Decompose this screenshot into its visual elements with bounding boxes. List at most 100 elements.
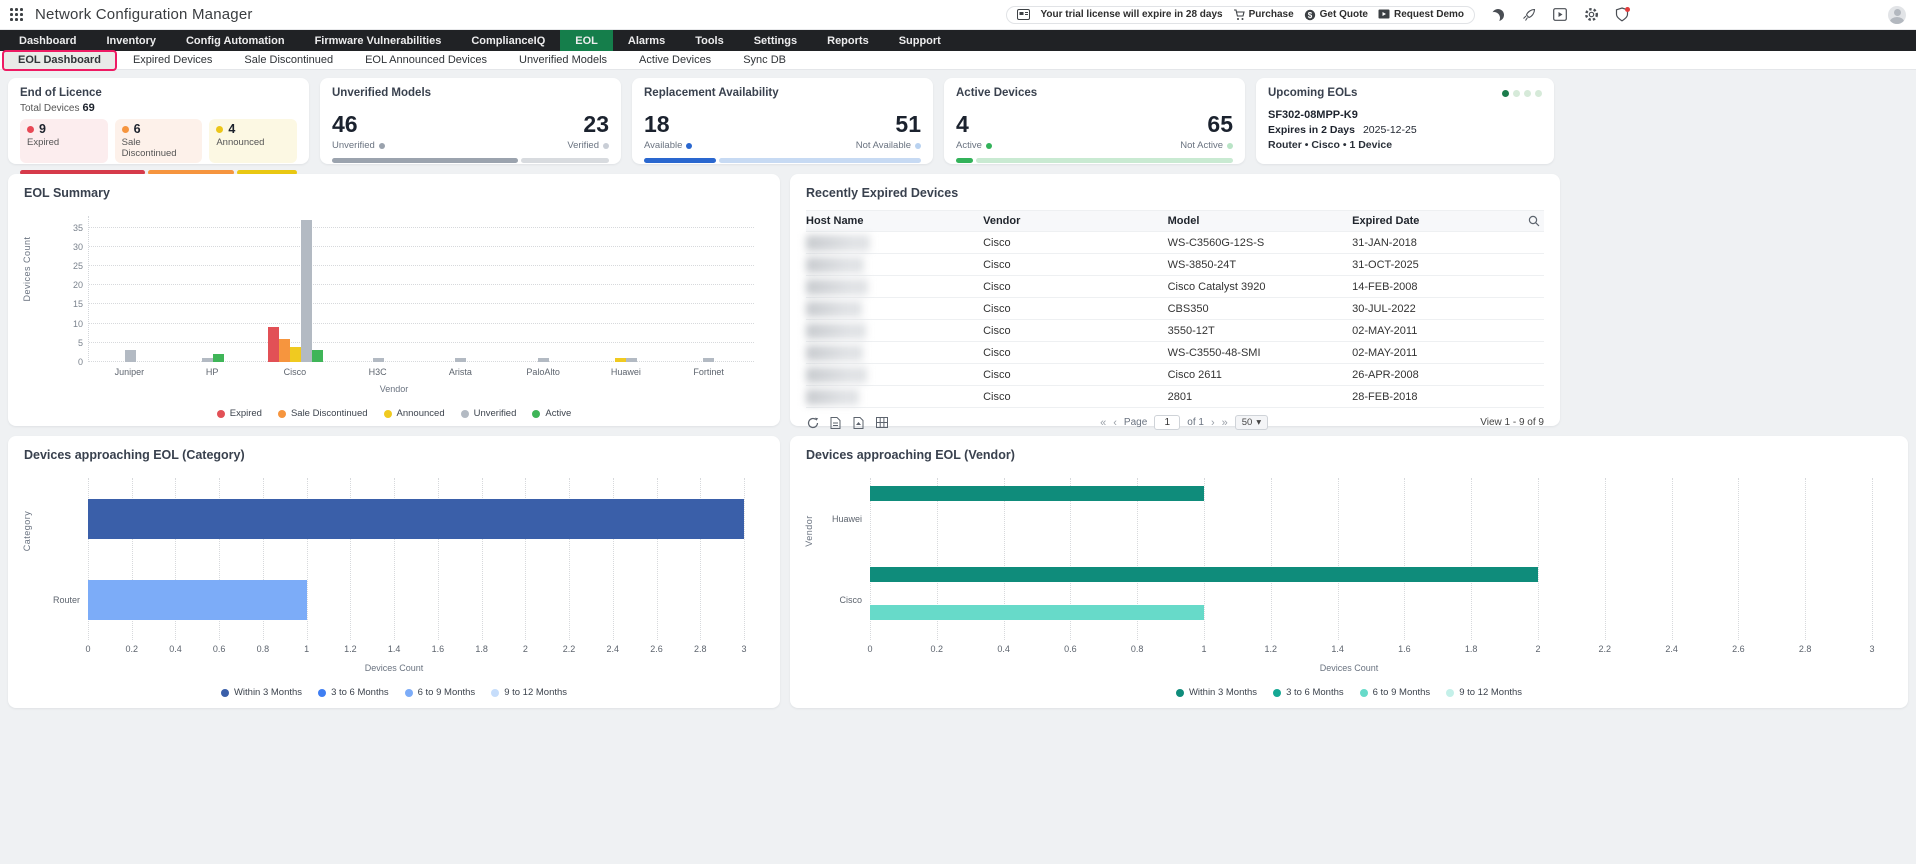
status-dot-icon [1227,142,1233,149]
page-size-select[interactable]: 50 ▾ [1234,415,1269,430]
nav-tab-tools[interactable]: Tools [680,30,739,51]
left-metric-value: 46 [332,111,358,137]
nav-tab-eol[interactable]: EOL [560,30,613,51]
x-tick-label: 1.4 [1331,644,1344,654]
legend-dot-icon [460,409,469,418]
status-dot-icon [686,142,693,149]
y-tick-label: 0 [77,357,83,367]
table-row[interactable]: Cisco 2801 28-FEB-2018 [806,386,1544,408]
table-row[interactable]: Cisco Cisco Catalyst 3920 14-FEB-2008 [806,276,1544,298]
rocket-icon [1523,8,1536,21]
nav-tab-complianceiq[interactable]: ComplianceIQ [456,30,560,51]
cell-vendor: Cisco [983,368,1011,381]
vendor-group-arista [420,216,503,362]
subnav-tab-eol-dashboard[interactable]: EOL Dashboard [4,51,115,69]
cell-expired: 14-FEB-2008 [1352,280,1418,293]
app-header: Network Configuration Manager Your trial… [0,0,1916,30]
refresh-icon [807,417,818,428]
table-row[interactable]: Cisco CBS350 30-JUL-2022 [806,298,1544,320]
y-tick-label: 15 [72,299,83,310]
tutorial-videos-button[interactable] [1552,7,1568,23]
table-row[interactable]: Cisco WS-C3560G-12S-S 31-JAN-2018 [806,232,1544,254]
carousel-dots[interactable] [1502,89,1542,97]
right-metric-value: 23 [583,111,609,137]
subnav-tab-sale-discontinued[interactable]: Sale Discontinued [230,52,347,69]
next-page-button[interactable]: › [1211,417,1215,429]
bar-unverified [537,358,549,362]
bar-unverified [201,358,213,362]
legend-dot-icon [1359,688,1368,697]
legend-6-to-9-months: 6 to 9 Months [1359,687,1430,698]
col-expired-date[interactable]: Expired Date [1352,215,1507,227]
first-page-button[interactable]: « [1100,417,1106,429]
panel-title: EOL Summary [24,186,110,200]
x-tick-label: 0.6 [212,644,226,654]
request-demo-button[interactable]: Request Demo [1378,9,1464,20]
carousel-dot-icon[interactable] [1502,89,1509,97]
eol-category-chart: Router 0 0.2 0.4 0.6 0.8 1 1.2 1.4 1.6 1.8 2 2.2 2.4 2… [24,478,764,698]
prev-page-button[interactable]: ‹ [1113,417,1117,429]
nav-tab-alarms[interactable]: Alarms [613,30,680,51]
upcoming-eol-meta: Router • Cisco • 1 Device [1268,139,1393,151]
status-dot-icon [216,125,224,133]
subnav-tab-active-devices[interactable]: Active Devices [625,52,725,69]
table-row[interactable]: Cisco 3550-12T 02-MAY-2011 [806,320,1544,342]
nav-tab-dashboard[interactable]: Dashboard [4,30,91,51]
column-chooser-button[interactable] [875,416,888,429]
video-icon [1553,8,1567,21]
nav-tab-firmware-vulnerabilities[interactable]: Firmware Vulnerabilities [300,30,457,51]
col-vendor[interactable]: Vendor [983,215,1168,227]
y-tick-label: 35 [72,222,83,233]
unverified-models-card: Unverified Models 46 23 Unverified Verif… [320,78,621,164]
nav-tab-inventory[interactable]: Inventory [91,30,171,51]
carousel-dot-icon[interactable] [1535,89,1542,97]
nav-tab-config-automation[interactable]: Config Automation [171,30,300,51]
x-tick-label: Arista [448,367,472,377]
app-grid-icon[interactable] [10,8,23,21]
carousel-dot-icon[interactable] [1513,89,1520,97]
col-host-name[interactable]: Host Name [806,215,983,227]
user-avatar[interactable] [1888,5,1906,24]
category-band-blank [88,478,744,559]
nav-tab-support[interactable]: Support [884,30,956,51]
subnav-tab-expired-devices[interactable]: Expired Devices [119,52,226,69]
whats-new-button[interactable] [1521,7,1537,23]
purchase-button[interactable]: Purchase [1233,8,1294,21]
export-button[interactable] [829,416,842,429]
summary-cards-row: End of Licence Total Devices 69 9 Expired 6… [8,78,1908,175]
col-model[interactable]: Model [1168,215,1353,227]
category-band-cisco: Cisco [839,559,1872,640]
cell-vendor: Cisco [983,390,1011,403]
table-row[interactable]: Cisco WS-3850-24T 31-OCT-2025 [806,254,1544,276]
table-search-button[interactable] [1507,215,1544,227]
last-page-button[interactable]: » [1222,417,1228,429]
x-tick-label: 0.4 [169,644,182,654]
page-input[interactable] [1154,415,1181,430]
settings-button[interactable] [1583,7,1599,23]
nav-tab-reports[interactable]: Reports [812,30,884,51]
moon-icon [1492,9,1504,21]
bar-within-3-months [870,567,1538,582]
get-quote-button[interactable]: $ Get Quote [1304,9,1368,21]
cell-expired: 31-OCT-2025 [1352,258,1419,271]
x-tick-label: 0.2 [930,644,944,654]
dark-mode-toggle[interactable] [1490,7,1506,23]
legend-3-to-6-months: 3 to 6 Months [318,687,389,698]
card-title: Active Devices [956,87,1038,99]
subnav-tab-eol-announced-devices[interactable]: EOL Announced Devices [351,52,501,69]
notifications-button[interactable] [1614,6,1630,23]
bar-expired [268,327,280,362]
legend-within-3-months: Within 3 Months [220,687,302,698]
table-row[interactable]: Cisco Cisco 2611 26-APR-2008 [806,364,1544,386]
table-row[interactable]: Cisco WS-C3550-48-SMI 02-MAY-2011 [806,342,1544,364]
redacted-host-name [806,256,864,273]
subnav-tab-unverified-models[interactable]: Unverified Models [505,52,621,69]
subnav-tab-sync-db[interactable]: Sync DB [729,52,800,69]
left-metric-value: 18 [644,111,670,137]
x-tick-label: 2 [1535,644,1541,654]
refresh-button[interactable] [806,416,819,429]
nav-tab-settings[interactable]: Settings [739,30,812,51]
export-csv-button[interactable] [852,416,865,429]
stat-value: 4 [228,122,236,136]
carousel-dot-icon[interactable] [1524,89,1531,97]
